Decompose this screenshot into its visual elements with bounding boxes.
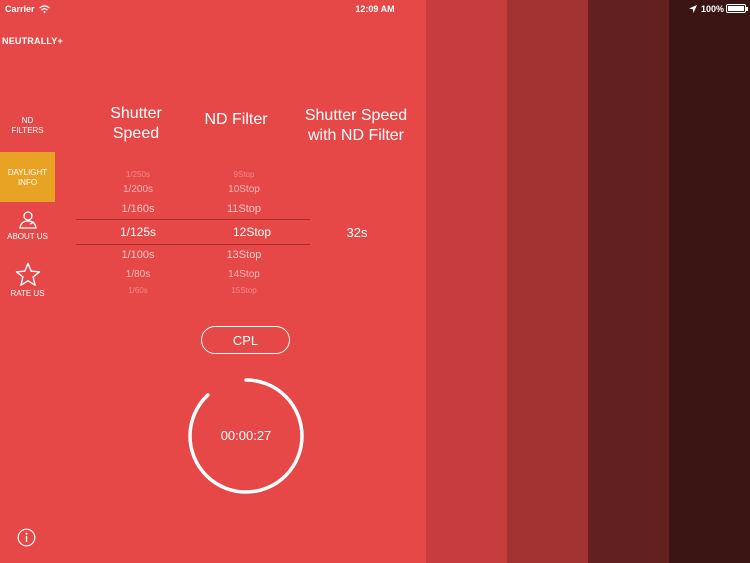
sidebar-item-rate-us[interactable]: RATE US [0, 262, 55, 306]
cpl-button[interactable]: CPL [201, 326, 290, 354]
result-shutter-speed: 32s [346, 225, 368, 240]
sidebar-item-label: ABOUT US [7, 232, 48, 241]
sidebar-item-label: ND [21, 116, 34, 125]
nd-filter-header: ND Filter [204, 111, 268, 128]
picker-selection-line-top [76, 219, 310, 220]
shutter-picker-selected[interactable]: 1/125s [98, 225, 178, 239]
sidebar-item-label: FILTERS [11, 126, 44, 135]
battery-percent: 100% [700, 4, 724, 14]
shutter-picker-item[interactable]: 1/80s [98, 269, 178, 280]
header-line: Shutter Speed [304, 107, 408, 124]
color-panel-3 [507, 0, 588, 563]
sidebar-item-label: RATE US [10, 289, 45, 298]
nd-picker-item[interactable]: 11Stop [204, 203, 284, 215]
sidebar-item-nd-filters[interactable]: ND FILTERS [0, 116, 55, 144]
color-panel-4 [588, 0, 669, 563]
shutter-picker-item[interactable]: 1/200s [98, 184, 178, 195]
status-time: 12:09 AM [355, 4, 395, 14]
timer-display: 00:00:27 [220, 428, 272, 443]
app-logo: NEUTRALLY+ [2, 36, 63, 46]
picker-selection-line-bottom [76, 244, 310, 245]
battery-fill [728, 6, 744, 11]
color-panel-2 [426, 0, 507, 563]
color-panel-5 [669, 0, 750, 563]
sidebar-item-label: DAYLIGHT [7, 168, 48, 177]
shutter-picker-item[interactable]: 1/60s [98, 286, 178, 295]
status-bar: Carrier 12:09 AM 100% [0, 0, 750, 18]
sidebar-item-about-us[interactable]: ABOUT US [0, 210, 55, 250]
nd-picker-item[interactable]: 13Stop [204, 249, 284, 261]
nd-picker-selected[interactable]: 12Stop [212, 225, 292, 239]
status-right: 100% [688, 4, 724, 14]
result-header: Shutter Speed with ND Filter [296, 106, 416, 146]
nd-picker-item[interactable]: 10Stop [204, 184, 284, 195]
nd-picker-item[interactable]: 15Stop [204, 286, 284, 295]
sidebar-item-daylight-info[interactable]: DAYLIGHT INFO [0, 152, 55, 202]
shutter-picker-item[interactable]: 1/250s [98, 170, 178, 179]
battery-icon [726, 4, 748, 13]
star-icon [15, 262, 40, 286]
shutter-picker-item[interactable]: 1/100s [98, 249, 178, 261]
shutter-picker-item[interactable]: 1/160s [98, 203, 178, 215]
header-line: with ND Filter [307, 127, 404, 144]
sidebar-item-label: INFO [17, 178, 38, 187]
header-line: Speed [112, 125, 160, 142]
nd-picker-item[interactable]: 9Stop [204, 170, 284, 179]
shutter-speed-header: Shutter Speed [96, 104, 176, 144]
info-icon[interactable] [17, 528, 36, 547]
location-arrow-icon [688, 5, 697, 13]
header-line: Shutter [110, 105, 162, 122]
person-icon [18, 211, 37, 229]
nd-picker-item[interactable]: 14Stop [204, 269, 284, 280]
